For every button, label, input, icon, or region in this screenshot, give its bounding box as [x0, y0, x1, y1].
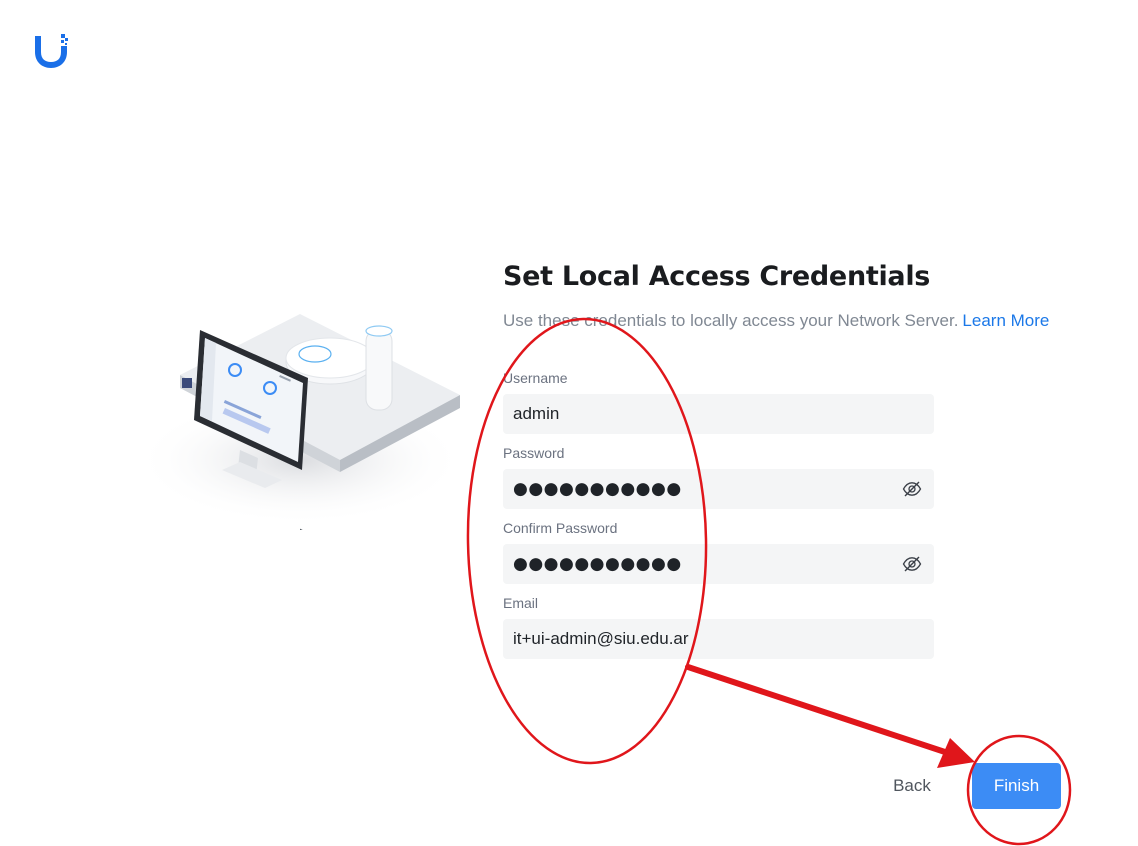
credentials-panel: Set Local Access Credentials Use these c…	[503, 258, 1103, 659]
ubiquiti-logo-icon	[35, 34, 68, 68]
password-value: ●●●●●●●●●●●	[513, 479, 682, 499]
username-value: admin	[513, 404, 560, 423]
email-field-group: Email it+ui-admin@siu.edu.ar	[503, 594, 934, 659]
email-label: Email	[503, 595, 539, 611]
page-subtitle: Use these credentials to locally access …	[503, 309, 1103, 333]
confirm-password-field[interactable]: ●●●●●●●●●●●	[503, 544, 934, 584]
confirm-password-label: Confirm Password	[503, 520, 618, 536]
eye-slash-icon[interactable]	[902, 479, 922, 499]
learn-more-link[interactable]: Learn More	[962, 311, 1049, 330]
annotation-arrow-shaft	[685, 664, 948, 755]
username-field-group: Username admin	[503, 369, 934, 434]
email-field[interactable]: it+ui-admin@siu.edu.ar	[503, 619, 934, 659]
email-value: it+ui-admin@siu.edu.ar	[513, 629, 689, 648]
back-button[interactable]: Back	[880, 766, 944, 806]
username-label: Username	[503, 370, 568, 386]
network-devices-illustration	[135, 314, 465, 530]
annotation-arrow-head	[937, 738, 975, 768]
eye-slash-icon[interactable]	[902, 554, 922, 574]
confirm-password-value: ●●●●●●●●●●●	[513, 554, 682, 574]
password-label: Password	[503, 445, 565, 461]
username-field[interactable]: admin	[503, 394, 934, 434]
subtitle-text: Use these credentials to locally access …	[503, 311, 959, 330]
password-field[interactable]: ●●●●●●●●●●●	[503, 469, 934, 509]
password-field-group: Password ●●●●●●●●●●●	[503, 444, 934, 509]
finish-button[interactable]: Finish	[972, 763, 1061, 809]
confirm-password-field-group: Confirm Password ●●●●●●●●●●●	[503, 519, 934, 584]
page-title: Set Local Access Credentials	[503, 261, 931, 292]
